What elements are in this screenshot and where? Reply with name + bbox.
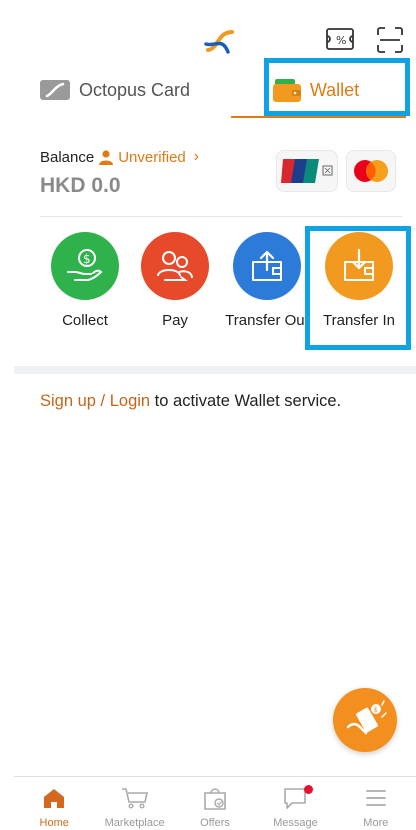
nav-home[interactable]: Home	[14, 777, 94, 830]
verification-status: Unverified	[118, 148, 186, 166]
nav-message-label: Message	[273, 817, 318, 829]
octopus-card-icon	[39, 80, 70, 100]
floating-action-button[interactable]: $	[333, 688, 397, 752]
nav-offers[interactable]: Offers	[175, 777, 255, 830]
transfer-out-button[interactable]: Transfer Out	[222, 232, 312, 329]
signup-text: to activate Wallet service.	[150, 392, 342, 410]
nav-marketplace-label: Marketplace	[104, 817, 165, 829]
user-icon	[99, 150, 114, 165]
collect-label: Collect	[62, 312, 108, 329]
mastercard-logo[interactable]	[346, 150, 396, 192]
mastercard-icon	[354, 160, 388, 182]
svg-text:%: %	[336, 34, 346, 47]
nav-more-label: More	[363, 817, 389, 829]
nav-marketplace[interactable]: Marketplace	[94, 777, 174, 830]
top-bar: %	[0, 0, 416, 62]
collect-icon: $	[51, 232, 119, 300]
unionpay-icon	[281, 159, 333, 183]
pay-icon	[141, 232, 209, 300]
pay-button[interactable]: Pay	[130, 232, 220, 329]
nav-more[interactable]: More	[336, 777, 416, 830]
menu-icon	[362, 785, 390, 811]
nav-offers-label: Offers	[200, 817, 230, 829]
transfer-out-label: Transfer Out	[225, 312, 309, 329]
section-separator	[14, 366, 416, 374]
wallet-highlight-box	[264, 58, 410, 116]
coupon-icon[interactable]: %	[325, 27, 355, 51]
cart-icon	[121, 785, 149, 811]
svg-text:$: $	[83, 252, 91, 266]
scan-icon[interactable]	[376, 26, 404, 54]
bottom-navigation: Home Marketplace Offers Message More	[14, 776, 416, 830]
transfer-out-icon	[233, 232, 301, 300]
unread-badge	[304, 785, 314, 794]
octopus-logo-icon	[204, 30, 234, 54]
transfer-hand-icon: $	[346, 700, 387, 735]
signup-prompt: Sign up / Login to activate Wallet servi…	[40, 392, 341, 411]
balance-label: Balance	[40, 148, 95, 166]
collect-button[interactable]: $ Collect	[40, 232, 130, 329]
nav-message[interactable]: Message	[255, 777, 335, 830]
pay-label: Pay	[162, 312, 188, 329]
home-icon	[40, 785, 68, 811]
divider	[40, 216, 402, 217]
offers-icon	[201, 785, 229, 811]
signup-login-link[interactable]: Sign up / Login	[40, 392, 150, 410]
svg-text:$: $	[374, 706, 378, 714]
nav-home-label: Home	[39, 817, 69, 829]
tab-octopus-card-label: Octopus Card	[78, 79, 191, 100]
unionpay-logo[interactable]	[276, 150, 338, 192]
tab-octopus-card[interactable]: Octopus Card	[14, 62, 215, 118]
payment-logos	[276, 150, 396, 192]
transfer-in-highlight-box	[305, 226, 411, 350]
chevron-right-icon: ›	[193, 148, 200, 165]
